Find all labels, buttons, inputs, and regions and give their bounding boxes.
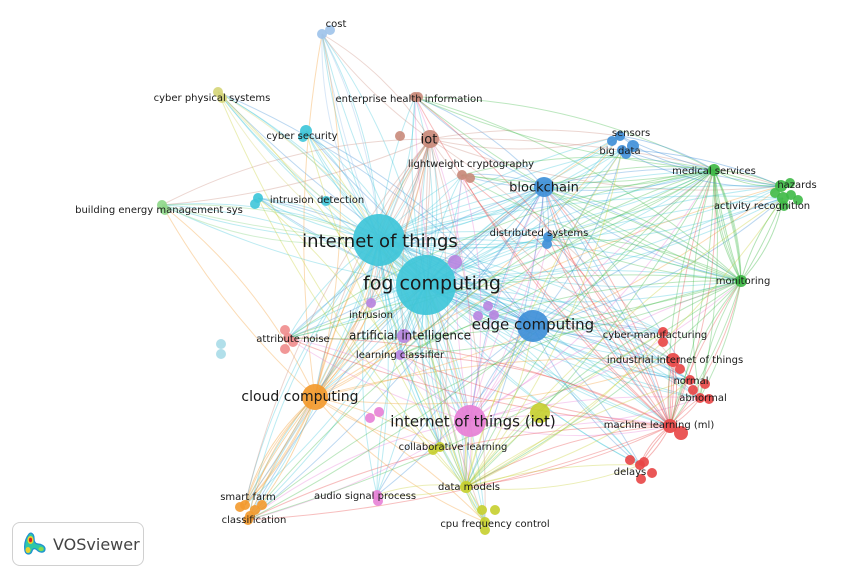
label-internet-of-things[interactable]: internet of things	[302, 231, 458, 252]
network-map[interactable]: cost cyber physical systems enterprise hea…	[0, 0, 850, 580]
node-intrusion[interactable]	[366, 298, 376, 308]
label-iot[interactable]: iot	[421, 133, 438, 148]
network-node[interactable]	[216, 339, 226, 349]
label-internet-of-things-iot[interactable]: internet of things (iot)	[390, 413, 555, 431]
label-activity-recognition[interactable]: activity recognition	[714, 201, 810, 212]
label-lightweight-cryptography[interactable]: lightweight cryptography	[408, 159, 534, 170]
label-learning-classifier[interactable]: learning classifier	[356, 350, 445, 361]
label-sensors[interactable]: sensors	[612, 128, 650, 139]
label-medical-services[interactable]: medical services	[672, 166, 756, 177]
label-cyber-manufacturing[interactable]: cyber-manufacturing	[603, 330, 708, 341]
network-node[interactable]	[216, 349, 226, 359]
link-edge	[161, 204, 316, 398]
label-classification[interactable]: classification	[222, 515, 287, 526]
label-abnormal[interactable]: abnormal	[679, 393, 727, 404]
network-node[interactable]	[483, 301, 493, 311]
label-collaborative-learning[interactable]: collaborative learning	[399, 442, 508, 453]
network-node[interactable]	[280, 344, 290, 354]
label-cpu-frequency-control[interactable]: cpu frequency control	[440, 519, 549, 530]
network-node[interactable]	[490, 505, 500, 515]
network-node[interactable]	[477, 505, 487, 515]
label-data-models[interactable]: data models	[438, 482, 500, 493]
network-node[interactable]	[625, 455, 635, 465]
label-attribute-noise[interactable]: attribute noise	[256, 334, 329, 345]
label-hazards[interactable]: hazards	[777, 180, 816, 191]
label-smart-farm[interactable]: smart farm	[220, 492, 276, 503]
label-building-energy-management-sys[interactable]: building energy management sys	[75, 205, 243, 216]
label-fog-computing[interactable]: fog computing	[363, 273, 501, 295]
label-big-data[interactable]: big data	[599, 146, 640, 157]
label-industrial-internet-of-things[interactable]: industrial internet of things	[607, 355, 743, 366]
network-node[interactable]	[448, 255, 462, 269]
label-enterprise-health-information[interactable]: enterprise health information	[335, 94, 482, 105]
label-cloud-computing[interactable]: cloud computing	[241, 389, 358, 405]
label-cost[interactable]: cost	[326, 19, 347, 30]
node-intrusion-detection[interactable]	[253, 193, 263, 203]
vosviewer-logo-text: VOSviewer	[53, 534, 140, 554]
label-machine-learning-ml[interactable]: machine learning (ml)	[604, 420, 715, 431]
network-node[interactable]	[647, 468, 657, 478]
label-blockchain[interactable]: blockchain	[509, 181, 579, 196]
label-artificial-intelligence[interactable]: artificial intelligence	[349, 329, 471, 343]
label-delays[interactable]: delays	[614, 467, 647, 478]
vosviewer-logo-icon	[24, 532, 46, 555]
node-lightweight-cryptography[interactable]	[457, 170, 467, 180]
link-edge	[161, 204, 316, 398]
label-intrusion-detection[interactable]: intrusion detection	[270, 195, 364, 206]
label-monitoring[interactable]: monitoring	[716, 276, 771, 287]
label-edge-computing[interactable]: edge computing	[472, 316, 594, 334]
link-edge	[429, 135, 621, 150]
label-audio-signal-process[interactable]: audio signal process	[314, 491, 416, 502]
label-cyber-physical-systems[interactable]: cyber physical systems	[154, 93, 271, 104]
node-cost[interactable]	[317, 29, 327, 39]
label-distributed-systems[interactable]: distributed systems	[490, 228, 589, 239]
label-intrusion[interactable]: intrusion	[349, 310, 393, 321]
vosviewer-logo: VOSviewer	[12, 522, 144, 566]
network-node[interactable]	[395, 131, 405, 141]
label-normal[interactable]: normal	[673, 376, 708, 387]
network-node[interactable]	[365, 413, 375, 423]
network-node[interactable]	[374, 407, 384, 417]
label-cyber-security[interactable]: cyber security	[266, 131, 337, 142]
